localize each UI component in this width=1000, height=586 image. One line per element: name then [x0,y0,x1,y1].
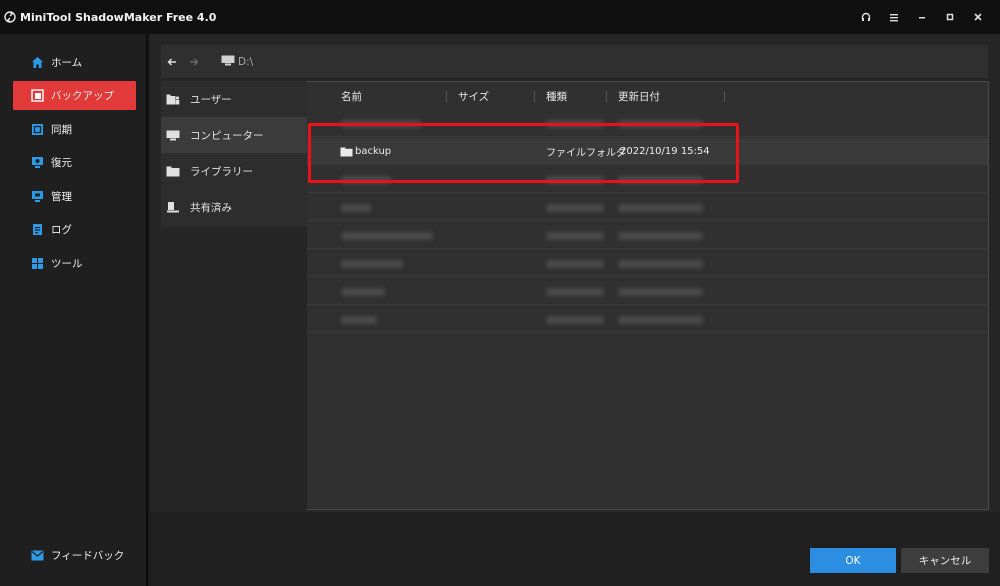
feedback-label: フィードバック [51,550,125,562]
table-row[interactable] [307,250,988,277]
location-label: 共有済み [190,201,232,214]
support-headset-icon[interactable] [852,0,880,34]
sidebar-item-label: バックアップ [51,90,114,102]
shared-icon [165,200,181,214]
user-folder-icon [165,92,181,106]
table-row[interactable] [307,278,988,305]
title-bar: MiniTool ShadowMaker Free 4.0 [0,0,1000,34]
location-panel: ユーザー コンピューター ライブラリー 共有済み [161,81,307,227]
back-arrow-icon[interactable] [161,45,183,78]
sidebar-item-label: 管理 [51,191,72,203]
drive-icon [221,55,235,69]
tools-icon [30,257,44,271]
sidebar-item-label: ログ [51,224,72,236]
mail-icon [30,549,44,563]
location-label: コンピューター [190,129,264,142]
table-row[interactable] [307,306,988,333]
sidebar-item-home[interactable]: ホーム [13,48,136,77]
highlight-frame [308,123,739,183]
location-item-shared[interactable]: 共有済み [161,189,307,225]
location-item-library[interactable]: ライブラリー [161,153,307,189]
library-icon [165,164,181,178]
sidebar-item-restore[interactable]: 復元 [13,148,136,177]
restore-icon [30,156,44,170]
backup-icon [30,89,44,103]
manage-icon [30,190,44,204]
feedback-link[interactable]: フィードバック [30,548,124,563]
location-label: ユーザー [190,93,232,106]
column-header-size[interactable]: サイズ [458,82,489,110]
menu-icon[interactable] [880,0,908,34]
column-separator[interactable] [534,91,535,102]
maximize-button[interactable] [936,0,964,34]
column-header-type[interactable]: 種類 [546,82,567,110]
path-bar: D:\ [161,45,988,78]
sidebar-item-label: 同期 [51,124,72,136]
path-text: D:\ [238,55,254,68]
column-separator[interactable] [446,91,447,102]
cancel-button[interactable]: キャンセル [901,548,989,573]
log-icon [30,223,44,237]
location-item-computer[interactable]: コンピューター [161,117,307,153]
column-header-name[interactable]: 名前 [341,82,362,110]
column-header-modified[interactable]: 更新日付 [618,82,660,110]
sidebar-item-label: 復元 [51,157,72,169]
window-controls [852,0,992,34]
breadcrumb[interactable]: D:\ [221,55,253,69]
column-separator[interactable] [606,91,607,102]
sidebar-item-label: ツール [51,258,83,270]
list-header: 名前 サイズ 種類 更新日付 [307,82,988,110]
home-icon [30,56,44,70]
sidebar-item-backup[interactable]: バックアップ [13,81,136,110]
sidebar-item-tools[interactable]: ツール [13,249,136,278]
minimize-button[interactable] [908,0,936,34]
forward-arrow-icon[interactable] [183,45,205,78]
table-row[interactable] [307,194,988,221]
sidebar-item-log[interactable]: ログ [13,215,136,244]
app-title: MiniTool ShadowMaker Free 4.0 [20,10,217,24]
sync-icon [30,123,44,137]
ok-button[interactable]: OK [810,548,896,573]
sidebar-item-manage[interactable]: 管理 [13,182,136,211]
location-item-user[interactable]: ユーザー [161,81,307,117]
table-row[interactable] [307,222,988,249]
computer-icon [165,128,181,142]
close-button[interactable] [964,0,992,34]
sidebar-item-label: ホーム [51,57,83,69]
sidebar-item-sync[interactable]: 同期 [13,115,136,144]
column-separator[interactable] [724,91,725,102]
app-logo-icon [2,9,18,25]
location-label: ライブラリー [190,165,253,178]
